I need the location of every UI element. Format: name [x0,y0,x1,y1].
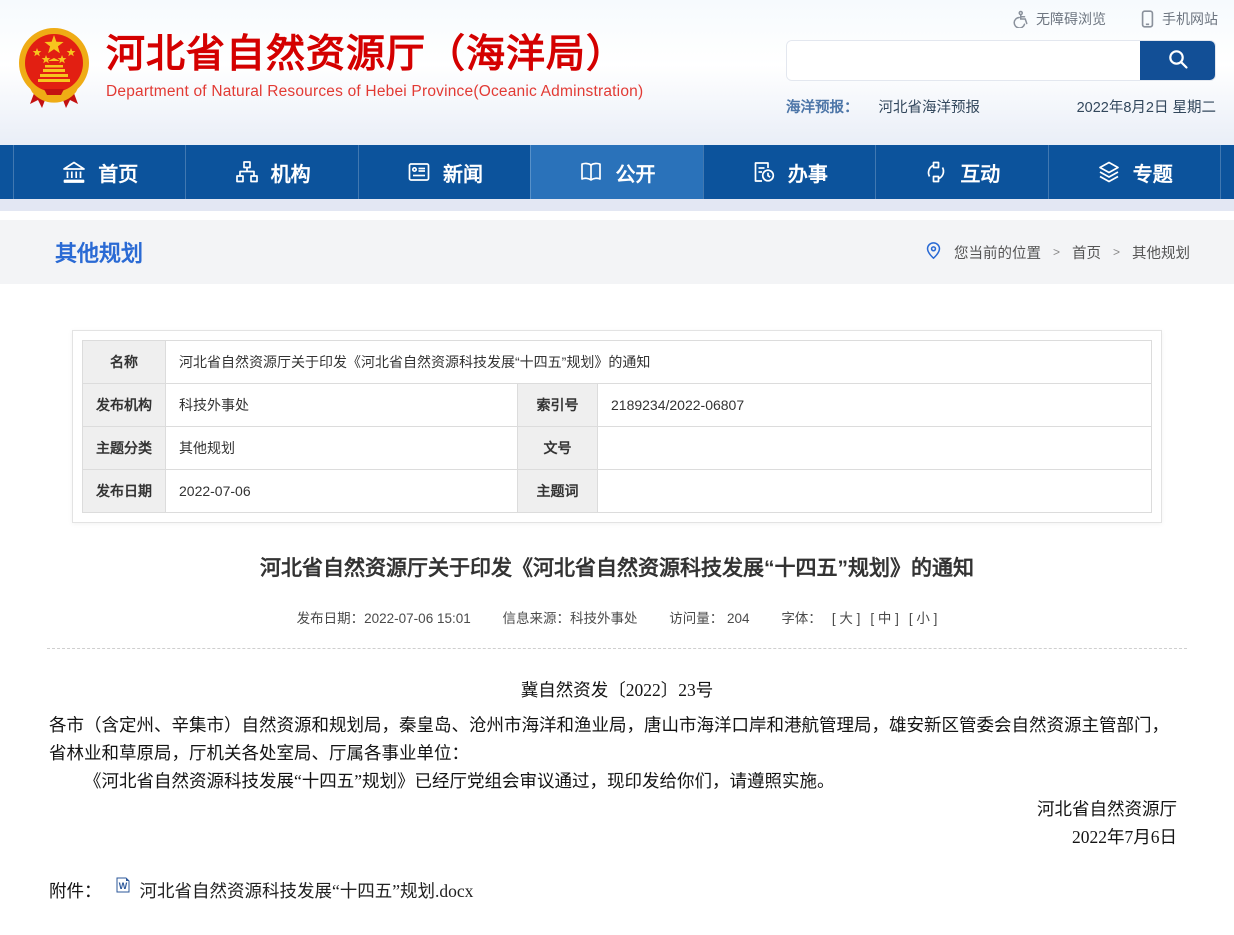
org-value: 科技外事处 [166,384,518,427]
mobile-site-link[interactable]: 手机网站 [1140,9,1218,29]
attachment-filename: 河北省自然资源科技发展“十四五”规划.docx [140,877,474,905]
table-row: 名称 河北省自然资源厅关于印发《河北省自然资源科技发展“十四五”规划》的通知 [83,341,1152,384]
layers-icon [1096,159,1122,185]
org-label: 发布机构 [83,384,166,427]
search-magnifier-icon [1166,47,1190,74]
nav-item-news[interactable]: 新闻 [358,145,530,199]
index-label: 索引号 [518,384,598,427]
location-label: 您当前的位置 [954,242,1041,263]
attachment-row: 附件： W 河北省自然资源科技发展“十四五”规划.docx [49,877,1185,905]
crumb-separator: > [1053,245,1060,259]
keyword-label: 主题词 [518,470,598,513]
crumb-separator: > [1113,245,1120,259]
newspaper-icon [406,159,432,185]
mobile-site-label: 手机网站 [1162,9,1218,29]
search-input[interactable] [787,41,1140,80]
font-size-控制: 字体： [ 大 ] [ 中 ] [ 小 ] [781,611,937,626]
sign-date: 2022年7月6日 [49,823,1185,851]
nav-item-service[interactable]: 办事 [703,145,875,199]
paragraph: 《河北省自然资源科技发展“十四五”规划》已经厅党组会审议通过，现印发给你们，请遵… [49,767,1185,795]
info-source: 信息来源：科技外事处 [503,611,638,626]
brand: 河北省自然资源厅（海洋局） Department of Natural Reso… [18,26,643,117]
name-value: 河北省自然资源厅关于印发《河北省自然资源科技发展“十四五”规划》的通知 [166,341,1152,384]
index-value: 2189234/2022-06807 [598,384,1152,427]
attachment-label: 附件： [49,877,102,905]
document-info-card: 名称 河北省自然资源厅关于印发《河北省自然资源科技发展“十四五”规划》的通知 发… [72,330,1162,523]
nav-item-label: 首页 [98,158,138,187]
brand-text: 河北省自然资源厅（海洋局） Department of Natural Reso… [106,26,643,117]
nav-item-home[interactable]: 首页 [13,145,185,199]
document-number: 冀自然资发〔2022〕23号 [49,676,1185,704]
location-pin-icon [925,241,942,264]
forecast-link[interactable]: 河北省海洋预报 [879,96,981,117]
sync-arrows-icon [923,159,949,185]
font-size-medium-button[interactable]: [ 中 ] [870,611,899,626]
docnum-value [598,427,1152,470]
topbar: 无障碍浏览 手机网站 [1011,9,1218,29]
paragraph: 各市（含定州、辛集市）自然资源和规划局，秦皇岛、沧州市海洋和渔业局，唐山市海洋口… [49,711,1185,767]
crumb-home[interactable]: 首页 [1072,242,1101,263]
page-title: 其他规划 [55,236,143,268]
visit-count: 访问量： 204 [669,611,749,626]
table-row: 发布日期 2022-07-06 主题词 [83,470,1152,513]
china-national-emblem [18,26,90,117]
nav-item-label: 互动 [960,158,1000,187]
article-title: 河北省自然资源厅关于印发《河北省自然资源科技发展“十四五”规划》的通知 [47,552,1187,582]
government-building-icon [61,159,87,185]
nav-item-public[interactable]: 公开 [530,145,702,199]
accessibility-label: 无障碍浏览 [1036,9,1106,29]
divider [47,648,1187,649]
site-header: 无障碍浏览 手机网站 [0,0,1234,145]
site-title: 河北省自然资源厅（海洋局） [106,32,643,78]
crumb-current[interactable]: 其他规划 [1132,242,1190,263]
main-nav: 首页 机构 新闻 [0,145,1234,199]
search-zone: 海洋预报： 河北省海洋预报 2022年8月2日 星期二 [786,40,1216,117]
nav-item-label: 新闻 [443,158,483,187]
search-button[interactable] [1140,41,1215,80]
docnum-label: 文号 [518,427,598,470]
forecast-label: 海洋预报： [786,96,859,117]
open-book-icon [578,159,604,185]
document-clock-icon [751,159,777,185]
main-content: 名称 河北省自然资源厅关于印发《河北省自然资源科技发展“十四五”规划》的通知 发… [0,330,1234,935]
font-size-label: 字体： [781,611,822,626]
nav-item-interact[interactable]: 互动 [875,145,1047,199]
breadcrumb-band: 其他规划 您当前的位置 > 首页 > 其他规划 [0,220,1234,284]
nav-item-label: 专题 [1133,158,1173,187]
nav-substrip [0,199,1234,211]
font-size-large-button[interactable]: [ 大 ] [832,611,861,626]
article-meta: 发布日期：2022-07-06 15:01 信息来源：科技外事处 访问量： 20… [47,607,1187,627]
date-value: 2022-07-06 [166,470,518,513]
keyword-value [598,470,1152,513]
mobile-phone-icon [1140,10,1155,28]
site-subtitle: Department of Natural Resources of Hebei… [106,83,643,101]
nav-item-topics[interactable]: 专题 [1048,145,1221,199]
nav-item-label: 办事 [788,158,828,187]
band-gap [0,211,1234,220]
breadcrumb: 您当前的位置 > 首页 > 其他规划 [925,241,1190,264]
category-label: 主题分类 [83,427,166,470]
article-body: 冀自然资发〔2022〕23号 各市（含定州、辛集市）自然资源和规划局，秦皇岛、沧… [47,676,1187,905]
word-document-icon: W [116,877,140,905]
org-chart-icon [234,159,260,185]
wheelchair-accessibility-icon [1011,10,1029,28]
name-label: 名称 [83,341,166,384]
header-date: 2022年8月2日 星期二 [1077,96,1216,117]
nav-item-label: 机构 [271,158,311,187]
font-size-small-button[interactable]: [ 小 ] [909,611,938,626]
category-value: 其他规划 [166,427,518,470]
publish-date: 发布日期：2022-07-06 15:01 [297,611,471,626]
nav-item-org[interactable]: 机构 [185,145,357,199]
accessibility-link[interactable]: 无障碍浏览 [1011,9,1106,29]
signer: 河北省自然资源厅 [49,795,1185,823]
document-info-table: 名称 河北省自然资源厅关于印发《河北省自然资源科技发展“十四五”规划》的通知 发… [82,340,1152,513]
attachment-link[interactable]: W 河北省自然资源科技发展“十四五”规划.docx [116,877,474,905]
date-label: 发布日期 [83,470,166,513]
nav-item-label: 公开 [615,158,655,187]
table-row: 主题分类 其他规划 文号 [83,427,1152,470]
table-row: 发布机构 科技外事处 索引号 2189234/2022-06807 [83,384,1152,427]
svg-text:W: W [118,881,127,891]
